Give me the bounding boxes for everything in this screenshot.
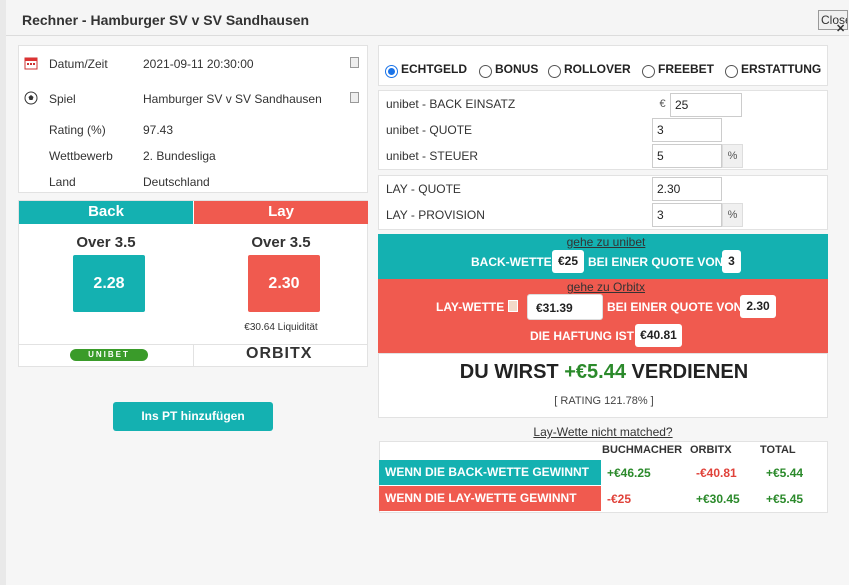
modal-title: Rechner - Hamburger SV v SV Sandhausen [22,12,310,28]
profit-suffix: VERDIENEN [631,361,749,383]
goto-orbitx-link[interactable]: gehe zu Orbitx [378,280,834,294]
lay-result-band: gehe zu Orbitx LAY-WETTE €31.39 BEI EINE… [378,279,828,353]
divider [193,344,194,367]
copy-icon[interactable] [508,300,518,312]
rating-label: Rating (%) [49,123,106,137]
back-selection: Over 3.5 [76,234,136,251]
lay-selection: Over 3.5 [251,234,311,251]
wettbewerb-label: Wettbewerb [49,149,113,163]
spiel-label: Spiel [49,92,76,106]
lay-odds-input[interactable]: 2.30 [652,177,722,201]
col-header-buchmacher: BUCHMACHER [602,444,683,456]
radio-echtgeld[interactable] [385,65,398,78]
lay-at-odds-label: BEI EINER QUOTE VON [607,300,743,314]
radio-label-erstattung[interactable]: ERSTATTUNG [741,62,821,76]
lay-commission-label: LAY - PROVISION [386,208,485,222]
radio-label-freebet[interactable]: FREEBET [658,62,714,76]
info-row-rating: Rating (%) 97.43 [19,120,367,140]
back-fields-panel: unibet - BACK EINSATZ € 25 unibet - QUOT… [378,90,828,170]
outcome-row-back-total: +€5.44 [766,466,804,480]
back-odds-label: unibet - QUOTE [386,123,473,137]
event-info-panel: Datum/Zeit 2021-09-11 20:30:00 Spiel Ham… [18,45,368,193]
percent-addon: % [722,203,743,227]
lay-wette-value: €31.39 [527,294,603,320]
outcome-row-lay-buchmacher: -€25 [607,492,632,506]
info-row-wettbewerb: Wettbewerb 2. Bundesliga [19,146,367,166]
lay-liquidity: €30.64 Liquidität [244,322,318,333]
copy-icon[interactable] [350,92,359,103]
unibet-logo: UNIBET [70,349,148,361]
lay-odds-label: LAY - QUOTE [386,182,461,196]
orbitx-logo: ORBITX [246,345,313,362]
lay-not-matched-link[interactable]: Lay-Wette nicht matched? [378,425,828,439]
radio-label-echtgeld[interactable]: ECHTGELD [401,62,467,76]
back-tax-label: unibet - STEUER [386,149,479,163]
profit-prefix: DU WIRST [459,361,559,383]
info-row-spiel: Spiel Hamburger SV v SV Sandhausen [19,89,367,109]
land-value: Deutschland [143,175,210,189]
back-header: Back [19,201,193,224]
info-row-land: Land Deutschland [19,172,367,192]
radio-freebet[interactable] [642,65,655,78]
back-odds-input[interactable]: 3 [652,118,722,142]
lay-odds[interactable]: 2.30 [248,255,320,312]
outcome-row-lay-total: +€5.45 [766,492,804,506]
liability-value: €40.81 [635,324,682,347]
col-header-total: TOTAL [760,444,796,456]
back-odds[interactable]: 2.28 [73,255,145,312]
back-wette-odds: 3 [722,250,741,273]
close-icon[interactable]: ✕ [836,22,845,35]
odds-panel: Back Lay Over 3.5 Over 3.5 2.28 2.30 €30… [18,200,368,367]
datum-value: 2021-09-11 20:30:00 [143,57,254,71]
copy-icon[interactable] [350,57,359,68]
modal-header: Rechner - Hamburger SV v SV Sandhausen [6,0,849,36]
lay-commission-input[interactable]: 3 [652,203,722,227]
percent-addon: % [722,144,743,168]
lay-header: Lay [194,201,368,224]
land-label: Land [49,175,76,189]
lay-wette-odds: 2.30 [740,295,776,318]
col-header-orbitx: ORBITX [690,444,732,456]
calendar-icon [24,57,38,70]
rating-summary: [ RATING 121.78% ] [554,395,654,407]
back-stake-label: unibet - BACK EINSATZ [386,97,516,111]
back-tax-input[interactable]: 5 [652,144,722,168]
profit-panel: DU WIRST +€5.44 VERDIENEN [ RATING 121.7… [378,353,828,418]
back-result-band: gehe zu unibet BACK-WETTE €25 BEI EINER … [378,234,828,279]
outcome-row-back-label: WENN DIE BACK-WETTE GEWINNT [379,460,601,485]
lay-wette-label: LAY-WETTE [436,300,505,314]
goto-unibet-link[interactable]: gehe zu unibet [378,235,834,249]
wettbewerb-value: 2. Bundesliga [143,149,216,163]
lay-fields-panel: LAY - QUOTE 2.30 LAY - PROVISION 3 % [378,175,828,230]
back-wette-label: BACK-WETTE [471,255,552,269]
outcome-row-lay-orbitx: +€30.45 [696,492,740,506]
outcome-row-lay-label: WENN DIE LAY-WETTE GEWINNT [379,486,601,511]
back-stake-input[interactable]: 25 [670,93,742,117]
back-wette-value: €25 [552,250,584,273]
profit-value: +€5.44 [564,361,626,383]
rating-value: 97.43 [143,123,174,137]
radio-rollover[interactable] [548,65,561,78]
radio-bonus[interactable] [479,65,492,78]
liability-label: DIE HAFTUNG IST [530,329,634,343]
radio-label-rollover[interactable]: ROLLOVER [564,62,631,76]
soccer-ball-icon [24,91,38,105]
radio-label-bonus[interactable]: BONUS [495,62,538,76]
datum-label: Datum/Zeit [49,57,108,71]
radio-erstattung[interactable] [725,65,738,78]
add-to-pt-button[interactable]: Ins PT hinzufügen [113,402,273,431]
profit-statement: DU WIRST +€5.44 VERDIENEN [379,361,829,384]
outcome-row-back-orbitx: -€40.81 [696,466,737,480]
back-at-odds-label: BEI EINER QUOTE VON [588,255,724,269]
outcome-row-back-buchmacher: +€46.25 [607,466,651,480]
spiel-value: Hamburger SV v SV Sandhausen [143,92,322,106]
info-row-datum: Datum/Zeit 2021-09-11 20:30:00 [19,54,367,74]
